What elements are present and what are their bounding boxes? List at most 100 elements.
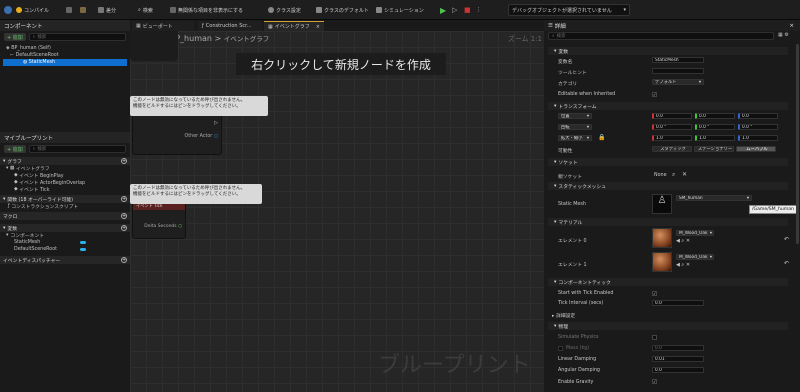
component-item-staticmesh[interactable]: ◍ StaticMesh	[3, 59, 127, 66]
static-mesh-section[interactable]: ▾ スタティックメッシュ	[548, 182, 788, 190]
tick-interval-field[interactable]: 0.0	[652, 300, 704, 306]
construction-script-item[interactable]: ƒ コンストラクションスクリプト	[0, 203, 130, 210]
location-y-field[interactable]: 0.0	[695, 113, 735, 119]
linear-damping-field[interactable]: 0.01	[652, 356, 704, 362]
rotation-x-field[interactable]: 0.0 °	[652, 124, 692, 130]
editable-inherited-checkbox[interactable]: ✓	[652, 92, 657, 97]
event-item-overlap[interactable]: ◆ イベント ActorBeginOverlap	[0, 179, 130, 186]
materials-section[interactable]: ▾ マテリアル	[548, 218, 788, 226]
variable-section[interactable]: ▾ 変数	[548, 47, 788, 55]
add-function-icon[interactable]: +	[121, 196, 127, 202]
rotation-y-field[interactable]: 0.0 °	[695, 124, 735, 130]
breadcrumb-page[interactable]: イベントグラフ	[224, 35, 270, 43]
simulation-button[interactable]: シミュレーション	[376, 4, 424, 16]
add-dispatcher-icon[interactable]: +	[121, 257, 127, 263]
exec-pin-icon[interactable]: ▷	[214, 120, 218, 126]
other-actor-pin[interactable]: Other Actor ○	[185, 134, 219, 139]
element0-select[interactable]: M_Wood_Oak ▾	[676, 230, 714, 236]
var-name-field[interactable]: StaticMesh	[652, 57, 704, 63]
dispatchers-section[interactable]: イベントディスパッチャー +	[0, 256, 130, 264]
simulate-physics-checkbox[interactable]	[652, 335, 657, 340]
mass-field[interactable]: 0.0	[652, 345, 704, 351]
location-x-field[interactable]: 0.0	[652, 113, 692, 119]
diff-button[interactable]: 差分	[98, 4, 116, 16]
event-item-tick[interactable]: ◆ イベント Tick	[0, 186, 130, 193]
my-blueprint-search-input[interactable]: ⌕ 検索	[28, 145, 126, 153]
add-macro-icon[interactable]: +	[121, 213, 127, 219]
component-root-label: DefaultSceneRoot	[15, 53, 59, 58]
macros-section[interactable]: マクロ +	[0, 212, 130, 220]
tab-event-graph[interactable]: ▦ イベントグラフ ×	[264, 21, 324, 31]
search-icon[interactable]: ⌕	[672, 171, 675, 179]
class-settings-button[interactable]: クラス設定	[268, 4, 301, 16]
mobility-static-button[interactable]: スタティック	[652, 146, 692, 152]
scale-mode-select[interactable]: 拡大・縮小 ▾	[558, 135, 592, 141]
variable-item-root[interactable]: DefaultSceneRoot	[0, 246, 130, 253]
details-settings-icon[interactable]: ▦ ⚙	[778, 32, 794, 40]
more-button[interactable]: ⋮	[476, 4, 481, 16]
static-mesh-select[interactable]: SM_human ▾	[676, 195, 752, 201]
event-graph-canvas[interactable]: ← → ▦ BP_human > イベントグラフ ズーム 1:1 右クリックして…	[130, 31, 544, 392]
hide-unrelated-button[interactable]: 無関係な項目を非表示にする	[170, 4, 243, 16]
variable-item-staticmesh[interactable]: StaticMesh	[0, 239, 130, 246]
tooltip-field[interactable]	[652, 68, 704, 74]
scale-x-field[interactable]: 1.0	[652, 135, 692, 141]
component-item-self[interactable]: ◆ BP_human (Self)	[0, 45, 130, 52]
event-graph-item[interactable]: ▾ ▦ イベントグラフ	[0, 165, 130, 172]
mass-override-checkbox[interactable]	[558, 346, 563, 351]
add-variable-icon[interactable]: +	[121, 225, 127, 231]
scale-y-field[interactable]: 1.0	[695, 135, 735, 141]
rotation-z-field[interactable]: 0.0 °	[738, 124, 778, 130]
socket-section[interactable]: ▾ ソケット	[548, 158, 788, 166]
mobility-stationary-button[interactable]: ステーショナリー	[694, 146, 734, 152]
beginplay-node-stub[interactable]	[130, 31, 178, 61]
material-action-icons[interactable]: ◀ ⌕ ✕	[676, 238, 690, 244]
clear-icon[interactable]: ✕	[682, 171, 687, 178]
compile-button[interactable]: コンパイル	[16, 4, 49, 16]
my-blueprint-add-button[interactable]: + 追加	[4, 145, 26, 153]
close-icon[interactable]: ×	[316, 24, 320, 30]
graphs-section[interactable]: ▾ グラフ +	[0, 157, 130, 165]
material-action-icons[interactable]: ◀ ⌕ ✕	[676, 262, 690, 268]
component-item-root[interactable]: ⌐ DefaultSceneRoot	[0, 52, 130, 59]
event-item-beginplay[interactable]: ◆ イベント BeginPlay	[0, 172, 130, 179]
location-mode-select[interactable]: 位置 ▾	[558, 113, 592, 119]
details-search-input[interactable]: ⌕ 検索	[548, 32, 774, 40]
tab-viewport[interactable]: ▦ ビューポート	[132, 21, 194, 31]
stop-button[interactable]: ■	[464, 4, 471, 16]
location-z-field[interactable]: 0.0	[738, 113, 778, 119]
search-button[interactable]: ⌕ 検索	[138, 4, 153, 16]
physics-section[interactable]: ▾ 物理	[548, 322, 788, 330]
lock-icon[interactable]: 🔒	[598, 134, 605, 141]
components-search-input[interactable]: ⌕ 検索	[28, 33, 126, 41]
debug-object-select[interactable]: デバッグオブジェクトが選択されていません ▾	[508, 4, 630, 16]
reset-arrow-icon[interactable]: ↶	[784, 236, 789, 243]
components-category[interactable]: ▾ コンポーネント	[0, 232, 130, 239]
advanced-toggle[interactable]: ▸ 詳細設定	[552, 312, 575, 319]
rotation-mode-select[interactable]: 回転 ▾	[558, 124, 592, 130]
tick-enabled-checkbox[interactable]: ✓	[652, 291, 657, 296]
tab-construction-script[interactable]: ƒ Construction Scr...	[198, 21, 262, 31]
tick-node[interactable]: イベント Tick Delta Seconds ○	[132, 201, 186, 239]
reset-arrow-icon[interactable]: ↶	[784, 260, 789, 267]
transform-section[interactable]: ▾ トランスフォーム	[548, 102, 788, 110]
enable-gravity-checkbox[interactable]: ✓	[652, 379, 657, 384]
variables-section[interactable]: ▾ 変数 +	[0, 224, 130, 232]
browse-button[interactable]	[80, 4, 86, 16]
category-select[interactable]: デフォルト ▾	[652, 79, 704, 85]
components-add-button[interactable]: + 追加	[4, 33, 26, 41]
details-scrollbar[interactable]	[796, 44, 799, 244]
functions-section[interactable]: ▾ 関数 (18 オーバーライド可能) +	[0, 195, 130, 203]
step-button[interactable]: ▷	[452, 4, 457, 16]
save-button[interactable]	[66, 4, 72, 16]
class-defaults-button[interactable]: クラスのデフォルト	[316, 4, 369, 16]
scale-z-field[interactable]: 1.0	[738, 135, 778, 141]
add-graph-icon[interactable]: +	[121, 158, 127, 164]
delta-seconds-pin[interactable]: Delta Seconds ○	[144, 224, 182, 229]
close-icon[interactable]: ×	[789, 23, 794, 29]
angular-damping-field[interactable]: 0.0	[652, 367, 704, 373]
play-button[interactable]: ▶	[440, 4, 446, 16]
mobility-movable-button[interactable]: ムーバブル	[736, 146, 776, 152]
element1-select[interactable]: M_Wood_Oak ▾	[676, 254, 714, 260]
component-tick-section[interactable]: ▾ コンポーネントティック	[548, 278, 788, 286]
